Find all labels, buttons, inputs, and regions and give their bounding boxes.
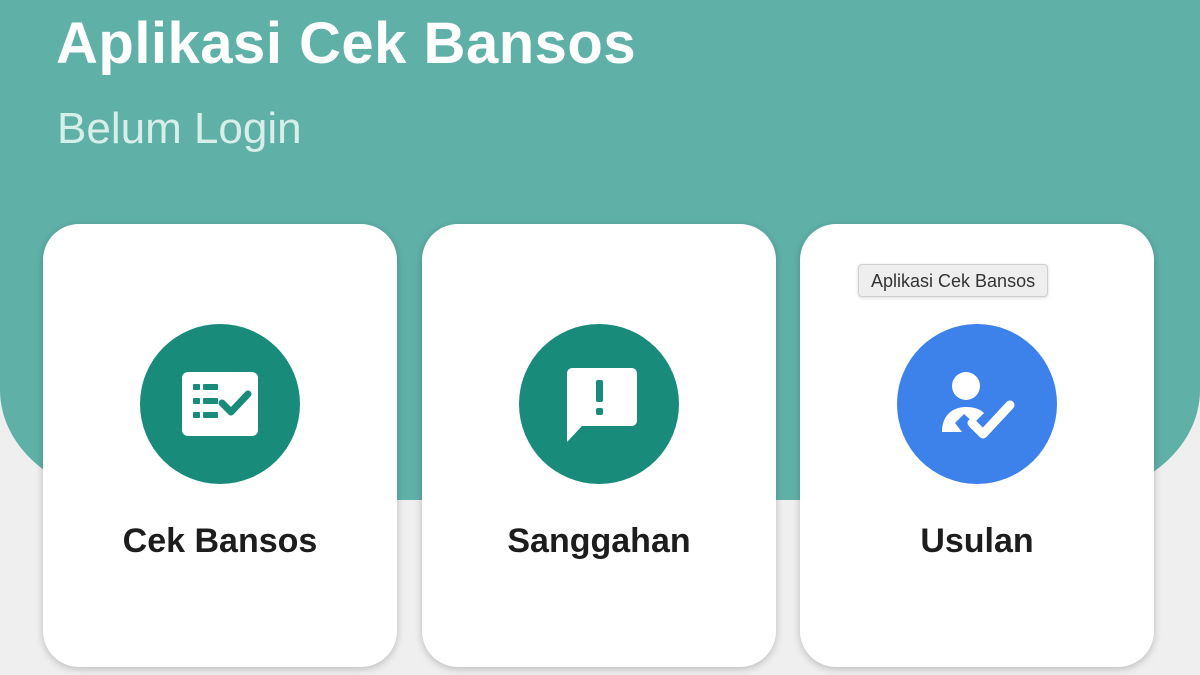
tooltip: Aplikasi Cek Bansos (858, 264, 1049, 297)
app-title: Aplikasi Cek Bansos (56, 11, 637, 76)
person-check-icon (935, 362, 1019, 446)
menu-label-sanggahan: Sanggahan (507, 522, 691, 560)
menu-label-usulan: Usulan (920, 522, 1034, 560)
menu-card-cek-bansos[interactable]: Cek Bansos (43, 224, 397, 667)
feedback-icon (557, 362, 641, 446)
menu-card-sanggahan[interactable]: Sanggahan (422, 224, 776, 667)
menu-label-cek-bansos: Cek Bansos (122, 522, 318, 560)
sanggahan-icon-circle (519, 324, 679, 484)
login-status: Belum Login (57, 104, 302, 153)
checklist-icon (178, 362, 262, 446)
cek-bansos-icon-circle (140, 324, 300, 484)
usulan-icon-circle (897, 324, 1057, 484)
